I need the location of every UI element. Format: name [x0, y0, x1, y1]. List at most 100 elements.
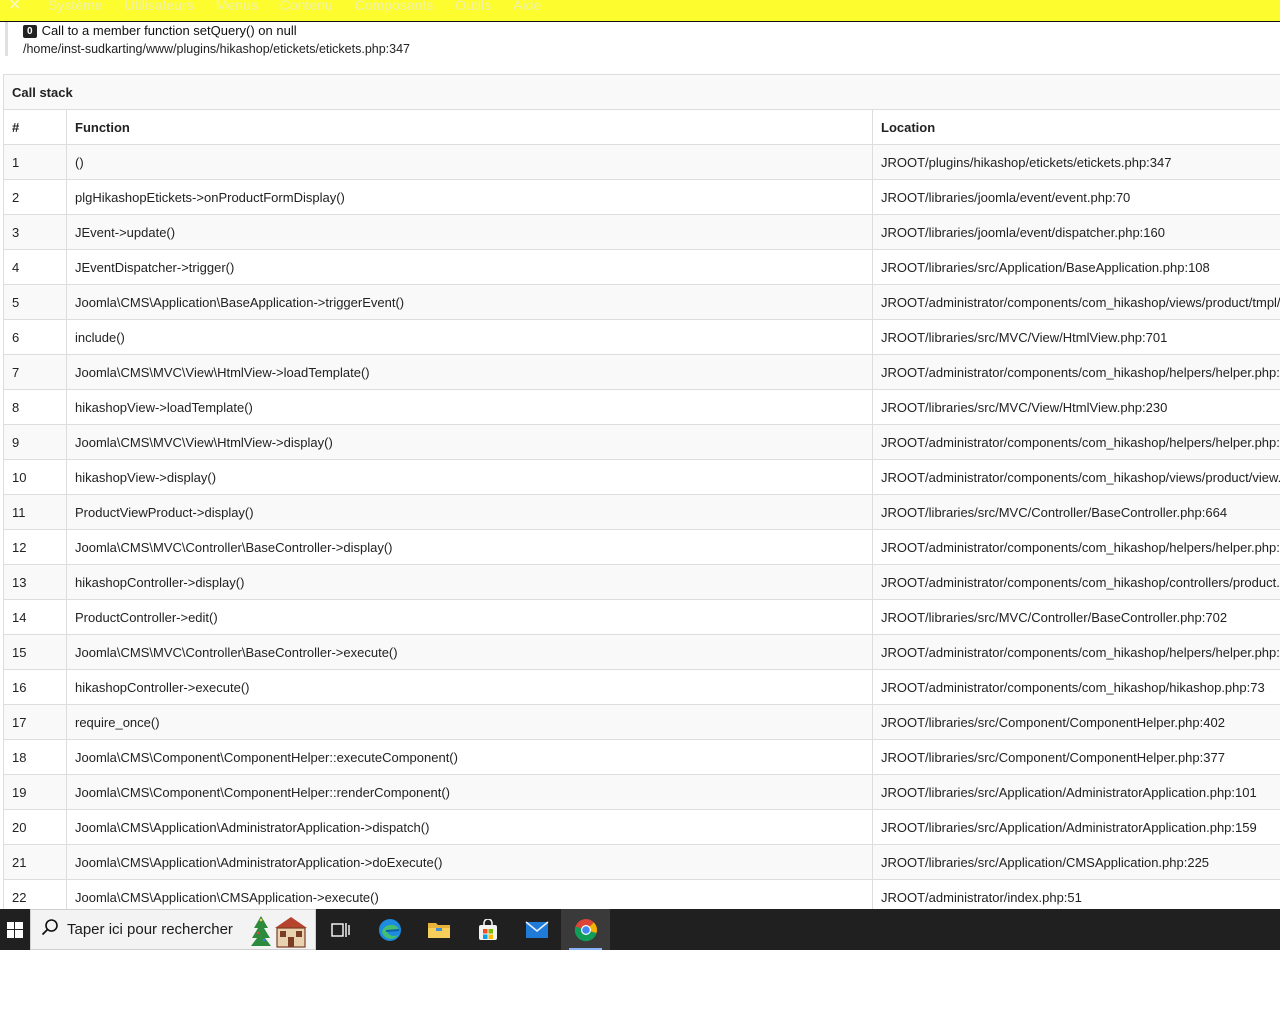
- row-location: JROOT/administrator/components/com_hikas…: [871, 529, 1280, 565]
- row-location: JROOT/administrator/components/com_hikas…: [871, 634, 1280, 670]
- error-text: Call to a member function setQuery() on …: [41, 23, 297, 38]
- menu-item-menus[interactable]: Menus: [216, 0, 258, 13]
- row-location: JROOT/libraries/src/Application/BaseAppl…: [871, 249, 1280, 285]
- row-location: JROOT/libraries/src/Application/CMSAppli…: [871, 844, 1280, 880]
- row-location: JROOT/administrator/components/com_hikas…: [871, 459, 1280, 495]
- menu-item-tools[interactable]: Outils: [455, 0, 491, 13]
- search-icon: [41, 918, 59, 941]
- store-icon[interactable]: [463, 909, 512, 950]
- row-number: 13: [3, 564, 67, 600]
- table-row: 17 require_once() JROOT/libraries/src/Comp…: [3, 704, 1280, 740]
- file-explorer-icon[interactable]: [414, 909, 463, 950]
- row-function: Joomla\CMS\MVC\Controller\BaseController…: [66, 634, 873, 670]
- error-message: 0 Call to a member function setQuery() o…: [5, 22, 1280, 56]
- table-row: 10 hikashopView->display() JROOT/administr…: [3, 459, 1280, 495]
- callstack-title: Call stack: [2, 74, 1280, 110]
- row-function: (): [66, 144, 873, 180]
- table-row: 12 Joomla\CMS\MVC\Controller\BaseControll…: [3, 529, 1280, 565]
- row-location: JROOT/libraries/src/MVC/View/HtmlView.ph…: [871, 319, 1280, 355]
- row-number: 19: [3, 774, 67, 810]
- row-number: 3: [3, 214, 67, 250]
- error-code-badge: 0: [23, 24, 37, 38]
- table-row: 18 Joomla\CMS\Component\ComponentHelper::…: [3, 739, 1280, 775]
- table-row: 21 Joomla\CMS\Application\AdministratorAp…: [3, 844, 1280, 880]
- row-number: 2: [3, 179, 67, 215]
- menu-item-help[interactable]: Aide: [513, 0, 541, 13]
- chrome-icon[interactable]: [561, 909, 610, 950]
- callstack-table: Call stack # Function Location 1() JROOT/…: [2, 74, 1280, 915]
- row-location: JROOT/libraries/src/MVC/View/HtmlView.ph…: [871, 389, 1280, 425]
- row-function: hikashopController->execute(): [66, 669, 873, 705]
- row-number: 18: [3, 739, 67, 775]
- row-function: JEventDispatcher->trigger(): [66, 249, 873, 285]
- row-number: 4: [3, 249, 67, 285]
- menu-item-users[interactable]: Utilisateurs: [124, 0, 193, 13]
- row-location: JROOT/libraries/src/Application/Administ…: [871, 774, 1280, 810]
- table-row: 15 Joomla\CMS\MVC\Controller\BaseControll…: [3, 634, 1280, 670]
- row-function: ProductViewProduct->display(): [66, 494, 873, 530]
- row-number: 16: [3, 669, 67, 705]
- table-row: 19 Joomla\CMS\Component\ComponentHelper::…: [3, 774, 1280, 810]
- row-function: Joomla\CMS\MVC\Controller\BaseController…: [66, 529, 873, 565]
- row-function: Joomla\CMS\MVC\View\HtmlView->loadTempla…: [66, 354, 873, 390]
- taskbar-search-box[interactable]: Taper ici pour rechercher: [30, 909, 316, 950]
- row-function: hikashopView->display(): [66, 459, 873, 495]
- row-location: JROOT/administrator/components/com_hikas…: [871, 564, 1280, 600]
- column-header-location: Location: [871, 109, 1280, 145]
- row-location: JROOT/administrator/components/com_hikas…: [871, 669, 1280, 705]
- row-location: JROOT/libraries/src/MVC/Controller/BaseC…: [871, 599, 1280, 635]
- row-location: JROOT/libraries/src/Component/ComponentH…: [871, 704, 1280, 740]
- row-function: plgHikashopEtickets->onProductFormDispla…: [66, 179, 873, 215]
- row-function: hikashopController->display(): [66, 564, 873, 600]
- row-location: JROOT/administrator/components/com_hikas…: [871, 284, 1280, 320]
- row-number: 11: [3, 494, 67, 530]
- row-function: JEvent->update(): [66, 214, 873, 250]
- edge-icon[interactable]: [365, 909, 414, 950]
- menu-item-content[interactable]: Contenu: [280, 0, 333, 13]
- error-file-path: /home/inst-sudkarting/www/plugins/hikash…: [23, 42, 411, 56]
- menu-item-system[interactable]: Système: [48, 0, 102, 13]
- table-row: 2 plgHikashopEtickets->onProductFormDispl…: [3, 179, 1280, 215]
- row-number: 15: [3, 634, 67, 670]
- row-location: JROOT/libraries/src/Component/ComponentH…: [871, 739, 1280, 775]
- row-number: 21: [3, 844, 67, 880]
- row-function: ProductController->edit(): [66, 599, 873, 635]
- row-function: Joomla\CMS\MVC\View\HtmlView->display(): [66, 424, 873, 460]
- row-function: Joomla\CMS\Application\AdministratorAppl…: [66, 809, 873, 845]
- task-view-icon[interactable]: [316, 909, 365, 950]
- windows-taskbar: Taper ici pour rechercher: [0, 909, 1280, 950]
- row-number: 20: [3, 809, 67, 845]
- table-row: 9 Joomla\CMS\MVC\View\HtmlView->display()…: [3, 424, 1280, 460]
- row-function: require_once(): [66, 704, 873, 740]
- row-number: 7: [3, 354, 67, 390]
- menu-item-components[interactable]: Composants: [355, 0, 434, 13]
- row-number: 1: [3, 144, 67, 180]
- joomla-logo-icon[interactable]: ✕: [8, 0, 26, 15]
- table-row: 8 hikashopView->loadTemplate() JROOT/libra…: [3, 389, 1280, 425]
- row-number: 10: [3, 459, 67, 495]
- row-function: include(): [66, 319, 873, 355]
- row-function: Joomla\CMS\Application\AdministratorAppl…: [66, 844, 873, 880]
- row-number: 8: [3, 389, 67, 425]
- row-function: Joomla\CMS\Component\ComponentHelper::re…: [66, 774, 873, 810]
- table-row: 14 ProductController->edit() JROOT/librari…: [3, 599, 1280, 635]
- row-location: JROOT/libraries/src/MVC/Controller/BaseC…: [871, 494, 1280, 530]
- table-row: 5 Joomla\CMS\Application\BaseApplication-…: [3, 284, 1280, 320]
- row-number: 14: [3, 599, 67, 635]
- table-row: 6 include() JROOT/libraries/src/MVC/View/H…: [3, 319, 1280, 355]
- row-number: 9: [3, 424, 67, 460]
- admin-menubar: ✕ Système Utilisateurs Menus Contenu Com…: [0, 0, 1280, 22]
- table-row: 7 Joomla\CMS\MVC\View\HtmlView->loadTempl…: [3, 354, 1280, 390]
- row-function: hikashopView->loadTemplate(): [66, 389, 873, 425]
- search-highlight-illustration-icon: [251, 914, 307, 953]
- table-row: 16 hikashopController->execute() JROOT/adm…: [3, 669, 1280, 705]
- row-location: JROOT/administrator/components/com_hikas…: [871, 354, 1280, 390]
- row-number: 12: [3, 529, 67, 565]
- table-row: 13 hikashopController->display() JROOT/adm…: [3, 564, 1280, 600]
- mail-icon[interactable]: [512, 909, 561, 950]
- row-location: JROOT/administrator/components/com_hikas…: [871, 424, 1280, 460]
- windows-start-icon[interactable]: [0, 909, 30, 950]
- row-function: Joomla\CMS\Component\ComponentHelper::ex…: [66, 739, 873, 775]
- row-location: JROOT/libraries/joomla/event/dispatcher.…: [871, 214, 1280, 250]
- table-row: 11 ProductViewProduct->display() JROOT/lib…: [3, 494, 1280, 530]
